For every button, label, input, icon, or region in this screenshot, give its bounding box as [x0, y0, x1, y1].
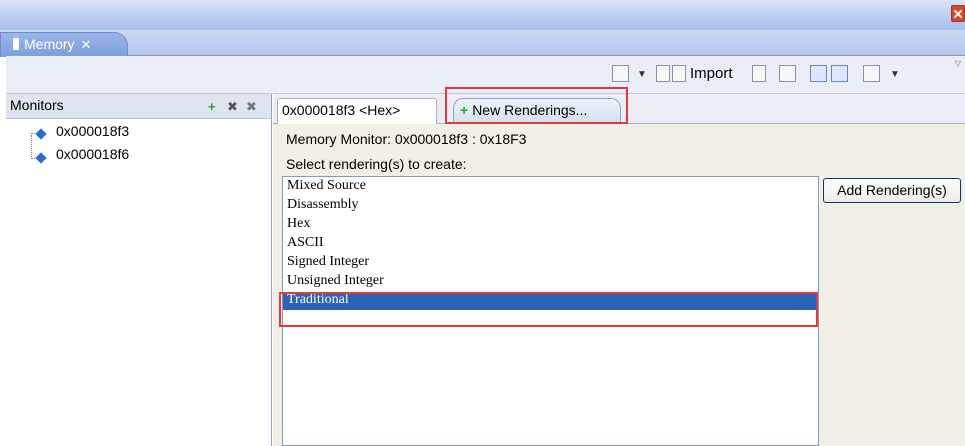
list-item[interactable]: ASCII [287, 235, 324, 253]
list-item[interactable]: Unsigned Integer [287, 273, 384, 291]
renderings-list[interactable]: Mixed Source Disassembly Hex ASCII Signe… [282, 176, 819, 446]
tab-new-renderings-label: New Renderings... [472, 102, 588, 118]
tree-item[interactable]: 0x000018f3 [56, 123, 129, 139]
export-icon[interactable] [672, 65, 686, 82]
tab-memory-label: Memory [24, 36, 75, 52]
add-icon: + [460, 102, 469, 118]
toolbar: ▼ Import ▼ ▽ [6, 56, 965, 94]
memory-monitor-label: Memory Monitor: 0x000018f3 : 0x18F3 [286, 131, 527, 147]
columns-icon[interactable] [863, 65, 880, 82]
remove-monitor-icon[interactable]: ✖ [227, 99, 238, 115]
rendering-tabs: 0x000018f3 <Hex> + New Renderings... [273, 87, 965, 124]
toggle-link-icon[interactable] [831, 65, 848, 82]
tab-hex-rendering[interactable]: 0x000018f3 <Hex> [277, 98, 437, 124]
renderings-pane: 0x000018f3 <Hex> + New Renderings... Memo… [273, 87, 965, 446]
link-icon[interactable] [779, 65, 796, 82]
add-rendering-button[interactable]: Add Rendering(s) [823, 178, 961, 203]
remove-all-icon[interactable]: ✖ [246, 99, 257, 115]
add-monitor-icon[interactable]: + [208, 99, 216, 114]
list-item-selected[interactable]: Traditional [283, 292, 818, 310]
list-item[interactable]: Mixed Source [287, 178, 366, 196]
import-button[interactable]: Import [690, 65, 733, 82]
view-tab-row: Memory ✕ [0, 30, 965, 57]
new-icon[interactable] [656, 65, 670, 82]
list-item[interactable]: Signed Integer [287, 254, 369, 272]
tree-item[interactable]: 0x000018f6 [56, 146, 129, 162]
add-memory-monitor-icon[interactable] [612, 65, 629, 82]
view-menu-icon[interactable]: ▽ [955, 59, 961, 68]
monitors-pane: Monitors + ✖ ✖ 0x000018f3 0x000018f6 [6, 94, 272, 446]
monitors-title: Monitors [10, 97, 64, 113]
title-bar [0, 0, 965, 30]
memory-icon [13, 38, 19, 50]
tab-new-renderings[interactable]: + New Renderings... [453, 98, 621, 124]
tree-connector [31, 135, 32, 159]
tab-close-icon[interactable]: ✕ [81, 37, 92, 53]
list-item[interactable]: Hex [287, 216, 310, 234]
list-item[interactable]: Disassembly [287, 197, 359, 215]
close-icon[interactable] [951, 5, 965, 22]
tab-memory[interactable]: Memory ✕ [0, 32, 128, 57]
toggle-split-icon[interactable] [810, 65, 827, 82]
monitor-icon [35, 128, 47, 140]
select-prompt: Select rendering(s) to create: [286, 156, 467, 172]
dropdown-arrow-icon[interactable]: ▼ [637, 69, 647, 89]
reset-icon[interactable] [752, 65, 766, 82]
monitor-icon [35, 152, 47, 164]
monitors-tree: 0x000018f3 0x000018f6 [6, 120, 272, 180]
dropdown-arrow-icon[interactable]: ▼ [890, 69, 900, 89]
monitors-header: Monitors + ✖ ✖ [6, 94, 271, 119]
